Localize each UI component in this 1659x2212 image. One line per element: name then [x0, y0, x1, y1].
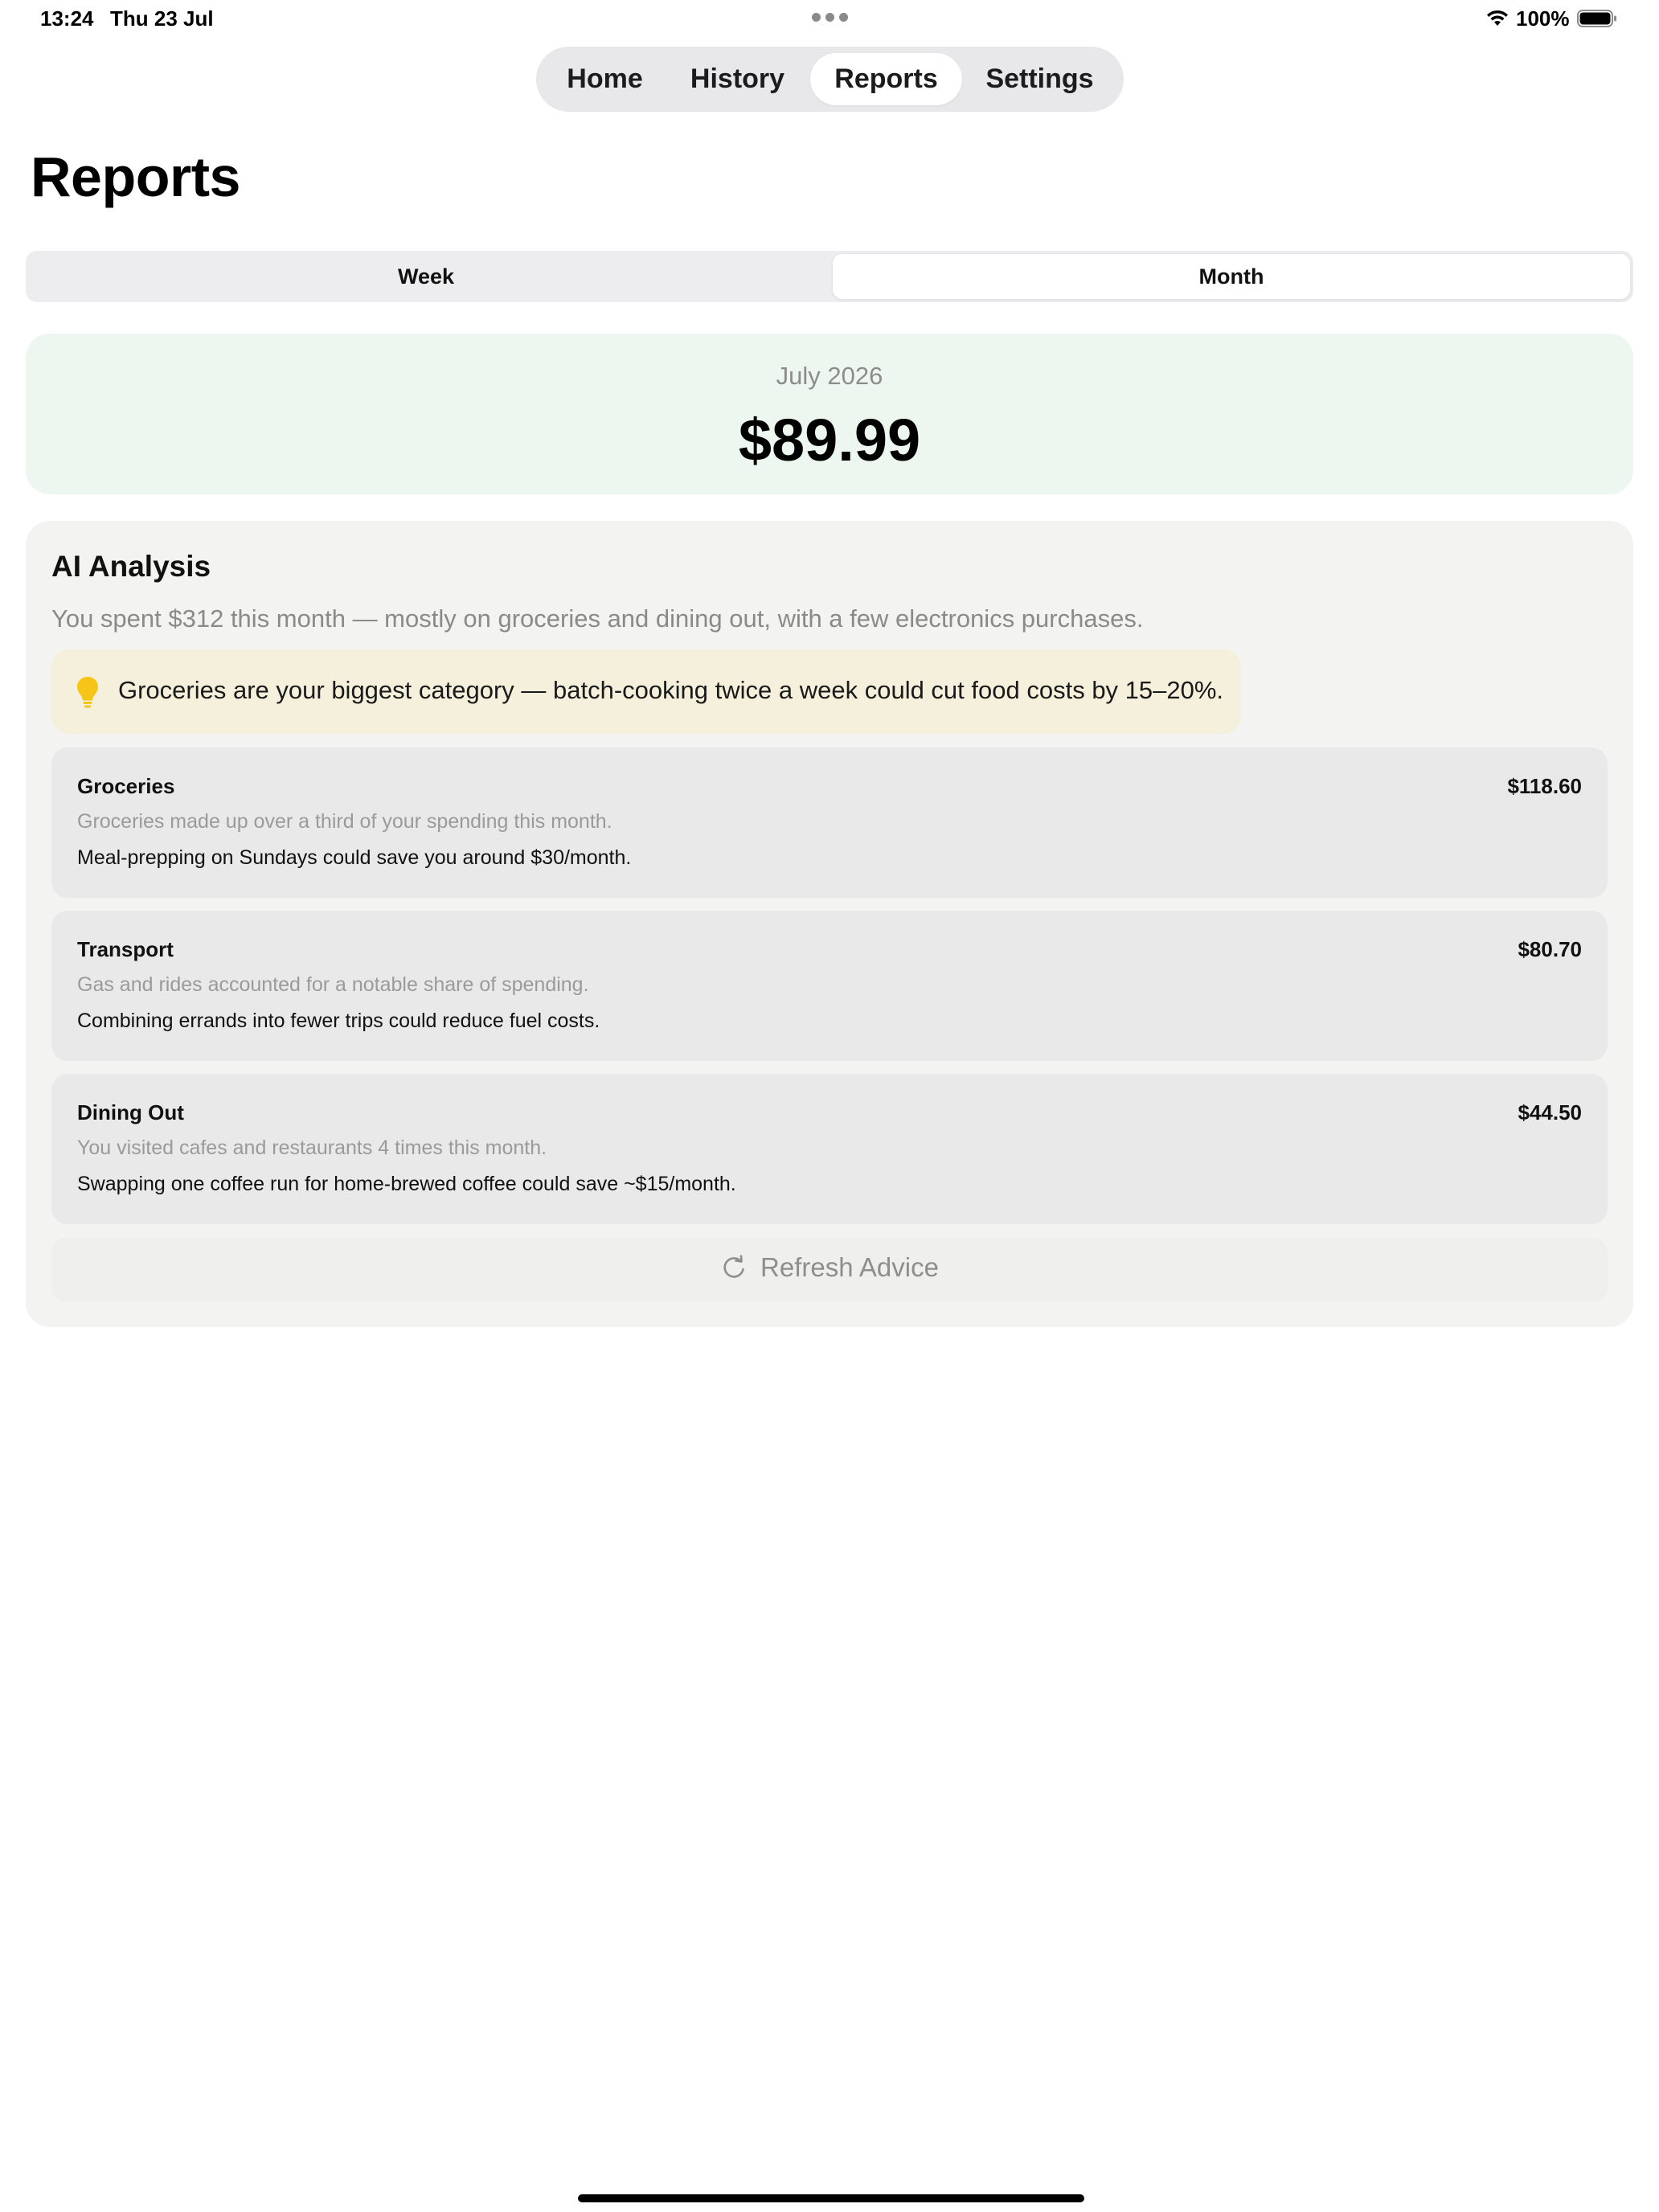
analysis-tip: Groceries are your biggest category — ba…	[51, 649, 1241, 734]
tab-bar: Home History Reports Settings	[536, 47, 1124, 112]
home-indicator[interactable]	[578, 2194, 1084, 2202]
category-name: Transport	[77, 937, 174, 961]
category-advice: Swapping one coffee run for home-brewed …	[77, 1173, 736, 1195]
segment-week[interactable]: Week	[26, 251, 826, 302]
category-description: You visited cafes and restaurants 4 time…	[77, 1137, 547, 1159]
category-card-groceries: Groceries $118.60 Groceries made up over…	[51, 748, 1608, 898]
analysis-heading: AI Analysis	[51, 550, 211, 583]
category-name: Dining Out	[77, 1100, 184, 1124]
ai-analysis-card: AI Analysis You spent $312 this month — …	[26, 521, 1633, 1327]
analysis-summary: You spent $312 this month — mostly on gr…	[51, 604, 1144, 633]
tip-text: Groceries are your biggest category — ba…	[118, 676, 1224, 704]
refresh-advice-label: Refresh Advice	[760, 1252, 939, 1282]
category-amount: $44.50	[1518, 1100, 1582, 1124]
refresh-advice-button[interactable]: Refresh Advice	[51, 1238, 1608, 1302]
category-card-transport: Transport $80.70 Gas and rides accounted…	[51, 911, 1608, 1061]
lightbulb-icon	[77, 677, 98, 708]
category-advice: Meal-prepping on Sundays could save you …	[77, 846, 632, 869]
wifi-icon	[1487, 10, 1508, 26]
tab-home[interactable]: Home	[543, 53, 667, 105]
tab-settings[interactable]: Settings	[962, 53, 1117, 105]
category-name: Groceries	[77, 774, 175, 798]
category-amount: $80.70	[1518, 937, 1582, 961]
category-amount: $118.60	[1507, 774, 1582, 798]
battery-icon	[1577, 10, 1616, 27]
status-date: Thu 23 Jul	[110, 6, 214, 31]
status-time: 13:24	[40, 6, 94, 31]
period-segmented-control: Week Month	[26, 251, 1633, 302]
summary-amount: $89.99	[738, 407, 921, 473]
category-card-dining-out: Dining Out $44.50 You visited cafes and …	[51, 1074, 1608, 1224]
category-description: Gas and rides accounted for a notable sh…	[77, 973, 589, 996]
multitasking-dots-icon[interactable]	[812, 13, 848, 22]
tab-history[interactable]: History	[667, 53, 808, 105]
status-bar: 13:24 Thu 23 Jul 100%	[0, 0, 1659, 39]
page-title: Reports	[31, 145, 240, 208]
category-description: Groceries made up over a third of your s…	[77, 810, 612, 833]
tab-reports[interactable]: Reports	[810, 53, 962, 105]
spending-summary-card: July 2026 $89.99	[26, 334, 1633, 494]
summary-period: July 2026	[776, 362, 883, 390]
battery-percentage: 100%	[1516, 6, 1570, 31]
category-advice: Combining errands into fewer trips could…	[77, 1010, 600, 1032]
refresh-icon	[723, 1255, 744, 1278]
segment-month[interactable]: Month	[833, 254, 1630, 299]
